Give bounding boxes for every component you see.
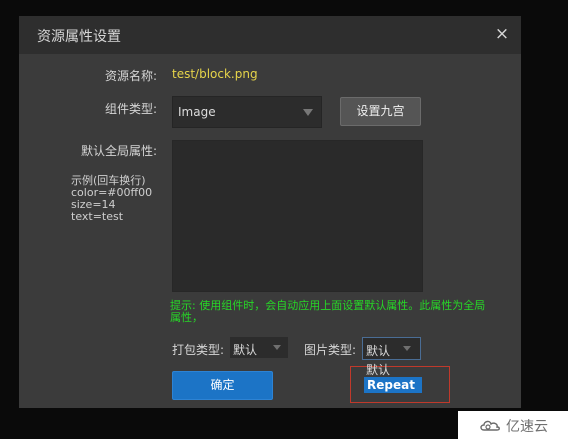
set-nine-grid-button[interactable]: 设置九宫 <box>340 97 421 126</box>
confirm-button[interactable]: 确定 <box>172 371 273 400</box>
chevron-down-icon <box>273 345 281 350</box>
resource-properties-dialog: 资源属性设置 × 资源名称: test/block.png 组件类型: Imag… <box>19 16 521 408</box>
pack-type-label: 打包类型: <box>172 343 225 357</box>
image-type-value: 默认 <box>366 344 391 358</box>
resource-name-label: 资源名称: <box>105 69 158 83</box>
tip-text: 提示: 使用组件时，会自动应用上面设置默认属性。此属性为全局属性， <box>170 299 486 324</box>
chevron-down-icon <box>403 346 411 351</box>
image-type-option-repeat[interactable]: Repeat <box>364 377 422 393</box>
chevron-down-icon <box>303 109 313 116</box>
resource-name-value: test/block.png <box>172 67 258 81</box>
default-props-textarea[interactable] <box>172 140 423 292</box>
component-type-label: 组件类型: <box>105 102 158 116</box>
component-type-value: Image <box>178 105 216 119</box>
watermark-text: 亿速云 <box>506 419 548 435</box>
image-type-option-default[interactable]: 默认 <box>366 361 390 378</box>
cloud-logo-icon <box>480 420 500 431</box>
pack-type-select[interactable]: 默认 <box>230 337 288 358</box>
close-icon[interactable]: × <box>493 23 511 45</box>
dialog-title: 资源属性设置 <box>37 29 121 45</box>
example-hint: 示例(回车换行) color=#00ff00 size=14 text=test <box>71 175 152 223</box>
default-props-label: 默认全局属性: <box>81 144 158 158</box>
component-type-select[interactable]: Image <box>172 96 322 128</box>
pack-type-value: 默认 <box>233 343 258 357</box>
dialog-titlebar: 资源属性设置 × <box>19 16 521 54</box>
image-type-label: 图片类型: <box>304 343 357 357</box>
example-line: text=test <box>71 210 124 223</box>
watermark: 亿速云 <box>458 411 568 439</box>
image-type-select[interactable]: 默认 <box>362 337 421 360</box>
